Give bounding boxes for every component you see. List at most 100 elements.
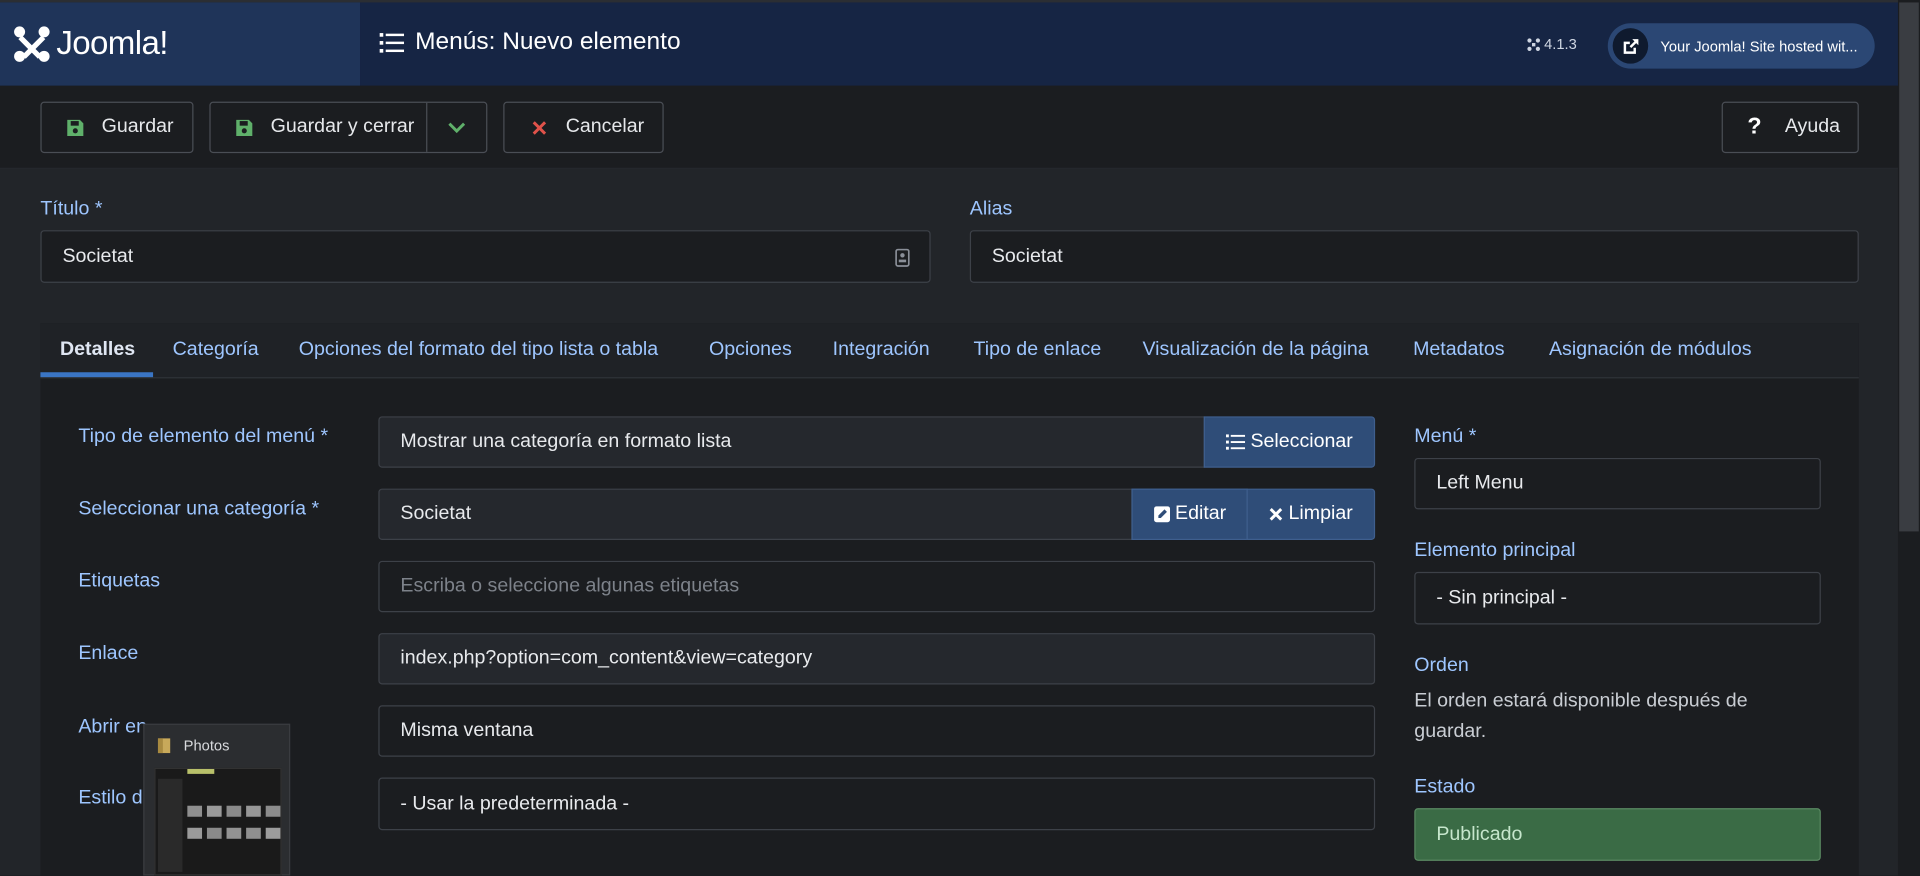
tab-list-layout-options[interactable]: Opciones del formato del tipo lista o ta… <box>299 339 658 361</box>
help-label: Ayuda <box>1784 116 1841 138</box>
thumbnail-tile <box>226 827 242 839</box>
state-label: Estado <box>1414 776 1476 798</box>
parent-item-select[interactable]: - Sin principal - <box>1414 571 1821 625</box>
logo[interactable]: Joomla! <box>0 2 361 86</box>
thumbnail-tile <box>265 805 281 817</box>
tab-options[interactable]: Opciones <box>709 339 792 361</box>
external-link-icon <box>1612 28 1649 64</box>
thumbnail-tile <box>246 827 261 839</box>
thumbnail-tile <box>206 827 222 839</box>
save-button[interactable]: Guardar <box>40 101 194 154</box>
cancel-label: Cancelar <box>565 116 645 138</box>
list-icon <box>1226 434 1246 450</box>
page-title: Menús: Nuevo elemento <box>415 28 681 56</box>
folder-icon <box>157 738 171 754</box>
close-icon <box>529 118 549 138</box>
thumbnail-tile <box>187 805 203 817</box>
title-label: Título * <box>40 198 103 220</box>
version-text: 4.1.3 <box>1544 35 1577 53</box>
photos-thumbnail <box>154 767 282 876</box>
thumbnail-tile <box>246 805 261 817</box>
alias-label: Alias <box>969 198 1013 220</box>
edit-icon <box>1153 506 1170 523</box>
order-label: Orden <box>1414 655 1469 676</box>
menu-item-type-value: Mostrar una categoría en formato lista <box>400 431 732 452</box>
tab-module-assignment[interactable]: Asignación de módulos <box>1549 339 1752 361</box>
save-close-button[interactable]: Guardar y cerrar <box>211 102 428 152</box>
active-tab-indicator <box>40 372 154 378</box>
menu-select[interactable]: Left Menu <box>1414 457 1821 510</box>
thumbnail-tile <box>226 805 242 817</box>
template-style-select[interactable]: - Usar la predeterminada - <box>378 777 1376 831</box>
logo-text: Joomla! <box>56 24 168 62</box>
close-icon <box>1269 508 1283 521</box>
menu-label: Menú * <box>1414 426 1477 447</box>
tags-input[interactable]: Escriba o seleccione algunas etiquetas <box>378 560 1376 613</box>
tab-category[interactable]: Categoría <box>173 339 259 361</box>
site-link-button[interactable]: Your Joomla! Site hosted wit... <box>1607 23 1875 69</box>
category-field: Societat <box>378 488 1133 541</box>
toolbar: Guardar Guardar y cerrar Cancelar ? Ayud… <box>0 85 1898 169</box>
category-value: Societat <box>400 503 472 525</box>
chevron-down-icon <box>448 122 466 134</box>
edit-category-button[interactable]: Editar <box>1131 488 1248 541</box>
link-field: index.php?option=com_content&view=catego… <box>378 633 1376 685</box>
template-style-value: - Usar la predeterminada - <box>400 792 630 814</box>
alias-input[interactable]: Societat <box>969 230 1859 283</box>
joomla-small-icon <box>1527 37 1540 51</box>
thumbnail-tile <box>187 827 203 839</box>
joomla-logo-icon <box>14 26 50 62</box>
order-text-line-2: guardar. <box>1414 721 1487 743</box>
tab-page-display[interactable]: Visualización de la página <box>1142 339 1368 361</box>
save-close-button-group: Guardar y cerrar <box>209 101 488 154</box>
app-window: Joomla! Menús: Nuevo elemento 4.1.3 Your… <box>0 0 1920 876</box>
question-icon: ? <box>1747 113 1762 140</box>
version-badge: 4.1.3 <box>1527 36 1577 53</box>
tab-details[interactable]: Detalles <box>60 339 135 361</box>
photos-preview-popup[interactable]: Photos <box>143 723 291 876</box>
tab-link-type[interactable]: Tipo de enlace <box>973 339 1101 361</box>
save-icon <box>234 118 254 138</box>
tab-metadata[interactable]: Metadatos <box>1413 339 1504 361</box>
save-label: Guardar <box>101 116 174 138</box>
page-heading: Menús: Nuevo elemento <box>379 28 681 56</box>
order-text-line-1: El orden estará disponible después de <box>1414 690 1748 712</box>
open-in-value: Misma ventana <box>400 720 534 741</box>
category-label: Seleccionar una categoría * <box>78 498 320 520</box>
tab-integration[interactable]: Integración <box>833 339 930 361</box>
select-button[interactable]: Seleccionar <box>1203 416 1376 468</box>
parent-item-value: - Sin principal - <box>1436 587 1567 608</box>
tags-label: Etiquetas <box>78 570 161 592</box>
id-card-icon <box>895 248 910 267</box>
thumbnail-sidebar <box>157 778 183 872</box>
open-in-label: Abrir en <box>78 716 147 738</box>
scrollbar-thumb[interactable] <box>1899 2 1919 532</box>
list-icon <box>379 32 405 53</box>
clear-category-button[interactable]: Limpiar <box>1246 488 1376 541</box>
state-value: Publicado <box>1436 823 1523 845</box>
menu-item-type-field: Mostrar una categoría en formato lista <box>378 416 1205 468</box>
title-input[interactable]: Societat <box>40 230 931 283</box>
header-bar: Joomla! Menús: Nuevo elemento 4.1.3 Your… <box>0 0 1920 86</box>
menu-value: Left Menu <box>1436 472 1524 494</box>
link-label: Enlace <box>78 642 139 664</box>
state-select[interactable]: Publicado <box>1414 808 1821 861</box>
parent-item-label: Elemento principal <box>1414 540 1576 561</box>
help-button[interactable]: ? Ayuda <box>1721 101 1859 154</box>
photos-title: Photos <box>183 737 230 755</box>
thumbnail-tile <box>206 805 222 817</box>
save-icon <box>65 118 85 138</box>
open-in-select[interactable]: Misma ventana <box>378 705 1376 757</box>
link-value: index.php?option=com_content&view=catego… <box>400 647 813 669</box>
clear-button-label: Limpiar <box>1288 503 1353 525</box>
select-button-label: Seleccionar <box>1250 431 1353 452</box>
save-dropdown-toggle[interactable] <box>428 103 487 152</box>
title-value: Societat <box>62 245 134 267</box>
site-link-text: Your Joomla! Site hosted wit... <box>1660 37 1858 55</box>
thumbnail-accent <box>187 768 215 774</box>
menu-item-type-label: Tipo de elemento del menú * <box>78 426 329 447</box>
edit-button-label: Editar <box>1175 503 1227 525</box>
alias-value: Societat <box>991 245 1063 267</box>
cancel-button[interactable]: Cancelar <box>503 101 664 154</box>
tags-placeholder: Escriba o seleccione algunas etiquetas <box>400 575 740 597</box>
